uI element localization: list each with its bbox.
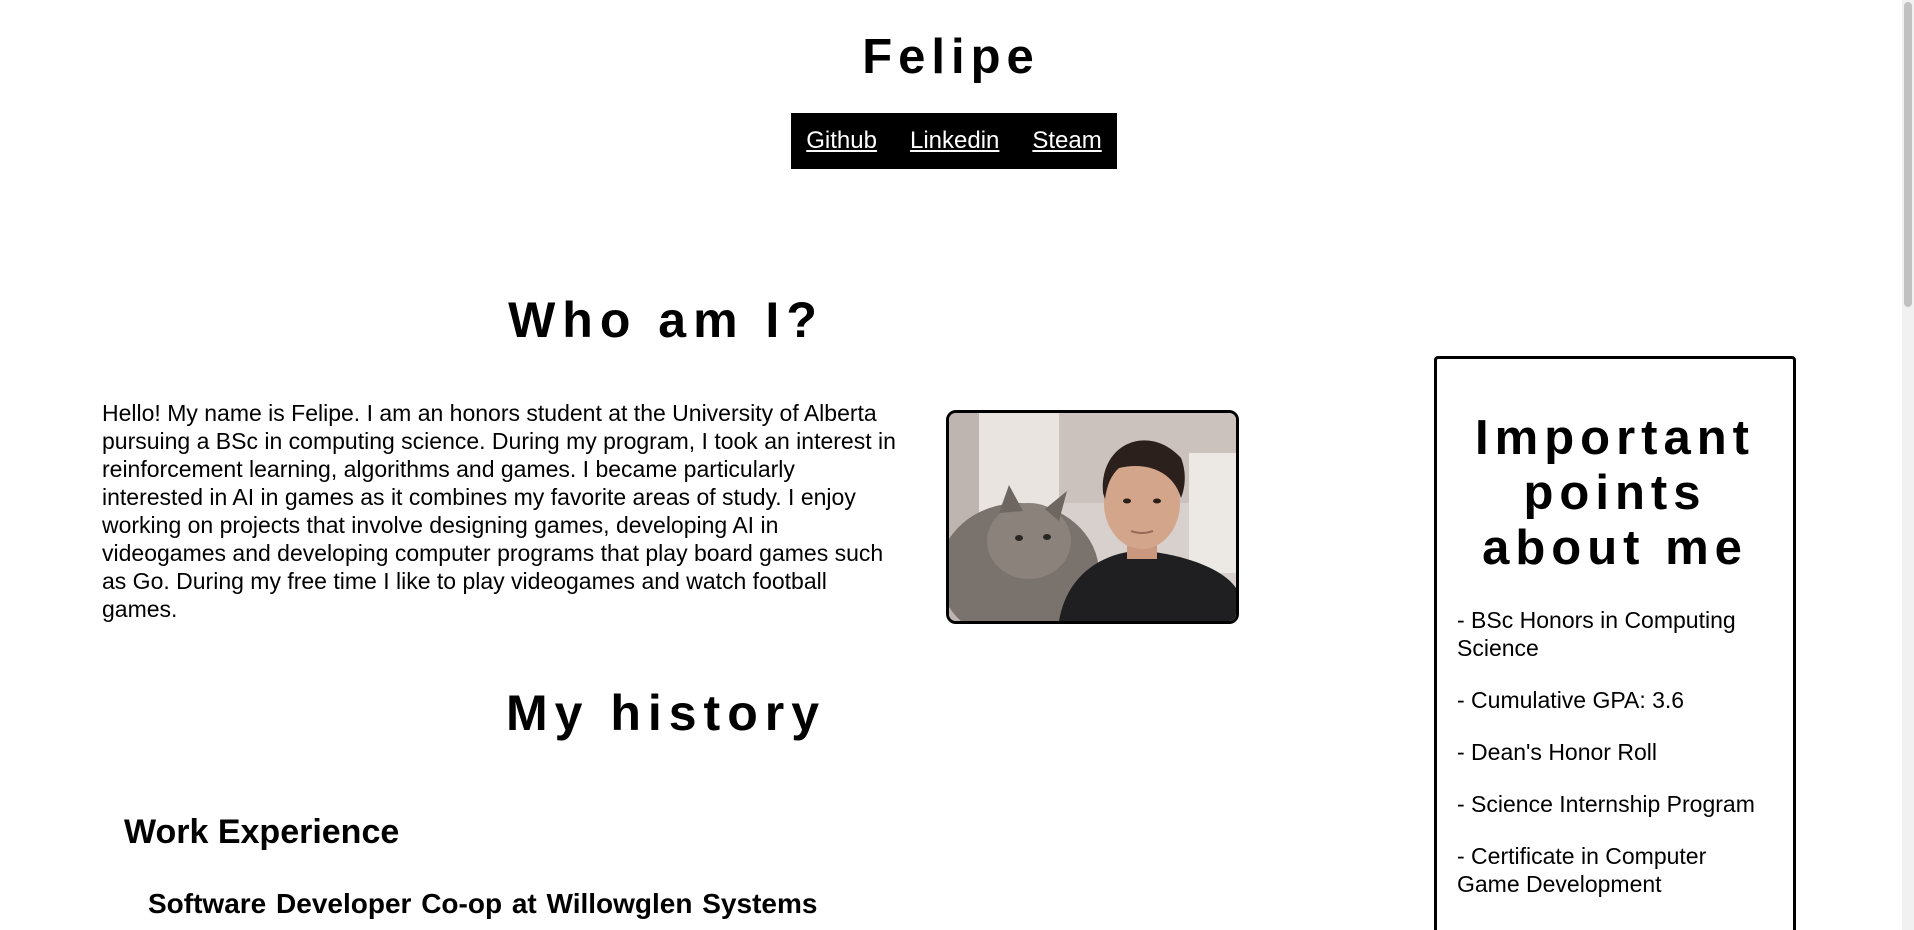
list-item: - Cumulative GPA: 3.6 (1457, 687, 1685, 713)
job-title: Software Developer Co-op at Willowglen S… (148, 888, 818, 919)
who-am-i-heading: Who am I? (508, 292, 824, 348)
points-list: - BSc Honors in Computing Science - Cumu… (1437, 606, 1793, 898)
nav-link-steam[interactable]: Steam (1032, 126, 1101, 156)
list-item: - Certificate in Computer Game Developme… (1457, 843, 1707, 897)
site-title: Felipe (862, 30, 1040, 84)
list-item: - Dean's Honor Roll (1457, 739, 1657, 765)
nav-link-linkedin[interactable]: Linkedin (910, 126, 999, 156)
nav-link-github[interactable]: Github (806, 126, 877, 156)
scrollbar-thumb[interactable] (1904, 2, 1912, 307)
nav-bar: Github Linkedin Steam (791, 113, 1117, 169)
important-points-panel: Important points about me - BSc Honors i… (1434, 356, 1796, 930)
bio-paragraph: Hello! My name is Felipe. I am an honors… (102, 400, 896, 622)
list-item: - Science Internship Program (1457, 791, 1755, 817)
work-experience-heading: Work Experience (124, 813, 400, 851)
important-points-title: Important points about me (1475, 411, 1755, 575)
list-item: - BSc Honors in Computing Science (1457, 607, 1736, 661)
page: Felipe Github Linkedin Steam Who am I? H… (0, 0, 1914, 930)
profile-photo (946, 410, 1239, 624)
vertical-scrollbar[interactable] (1902, 0, 1914, 930)
my-history-heading: My history (505, 685, 827, 741)
